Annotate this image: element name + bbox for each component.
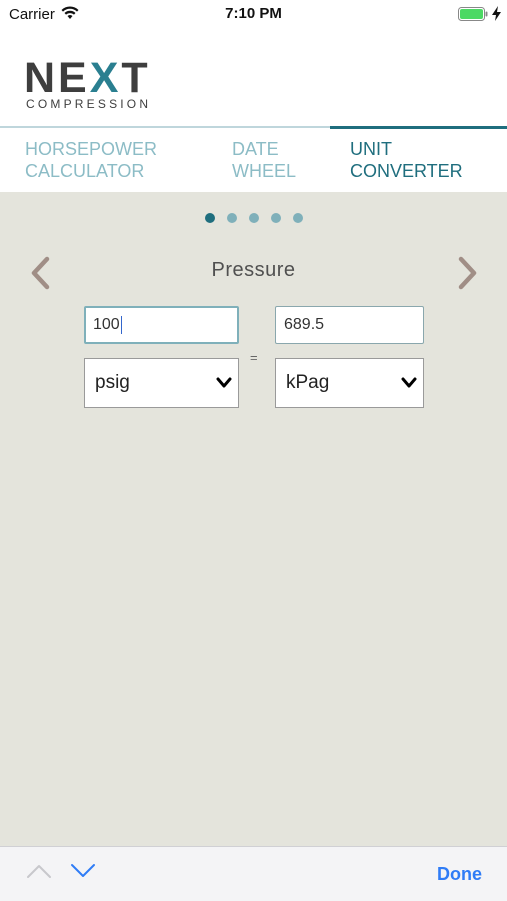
next-compression-logo: NEXT COMPRESSION xyxy=(24,56,179,112)
charging-icon xyxy=(492,6,501,21)
converter-title: Pressure xyxy=(211,259,296,281)
page-dot[interactable] xyxy=(271,213,281,223)
tab-bar: HORSEPOWER CALCULATOR DATE WHEEL UNIT CONVE… xyxy=(0,126,507,192)
chevron-down-icon xyxy=(401,377,417,388)
next-field-icon[interactable] xyxy=(70,863,96,879)
logo-subtitle: COMPRESSION xyxy=(26,97,152,111)
next-arrow-icon[interactable] xyxy=(456,256,480,290)
input-value-field[interactable]: 100 xyxy=(84,306,239,344)
page-dot[interactable] xyxy=(249,213,259,223)
active-tab-indicator xyxy=(330,126,507,129)
text-caret xyxy=(120,315,122,334)
to-unit-select[interactable]: kPag xyxy=(275,358,424,408)
done-button[interactable]: Done xyxy=(437,864,482,885)
tab-unit-converter[interactable]: UNIT CONVERTER xyxy=(350,138,463,182)
battery-icon xyxy=(458,7,488,21)
page-dot[interactable] xyxy=(227,213,237,223)
page-indicator xyxy=(0,213,507,225)
from-unit-select[interactable]: psig xyxy=(84,358,239,408)
tab-date-wheel[interactable]: DATE WHEEL xyxy=(232,138,296,182)
equals-sign: = xyxy=(250,350,258,365)
page-dot[interactable] xyxy=(205,213,215,223)
logo-wordmark: NEXT xyxy=(24,54,151,102)
page-dot[interactable] xyxy=(293,213,303,223)
status-time: 7:10 PM xyxy=(225,5,282,22)
chevron-down-icon xyxy=(216,377,232,388)
output-value-field[interactable]: 689.5 xyxy=(275,306,424,344)
previous-field-icon[interactable] xyxy=(26,863,52,879)
keyboard-toolbar: Done xyxy=(0,846,507,901)
tab-horsepower-calculator[interactable]: HORSEPOWER CALCULATOR xyxy=(25,138,157,182)
app-header: NEXT COMPRESSION xyxy=(0,28,507,126)
status-bar: Carrier 7:10 PM xyxy=(0,0,507,28)
